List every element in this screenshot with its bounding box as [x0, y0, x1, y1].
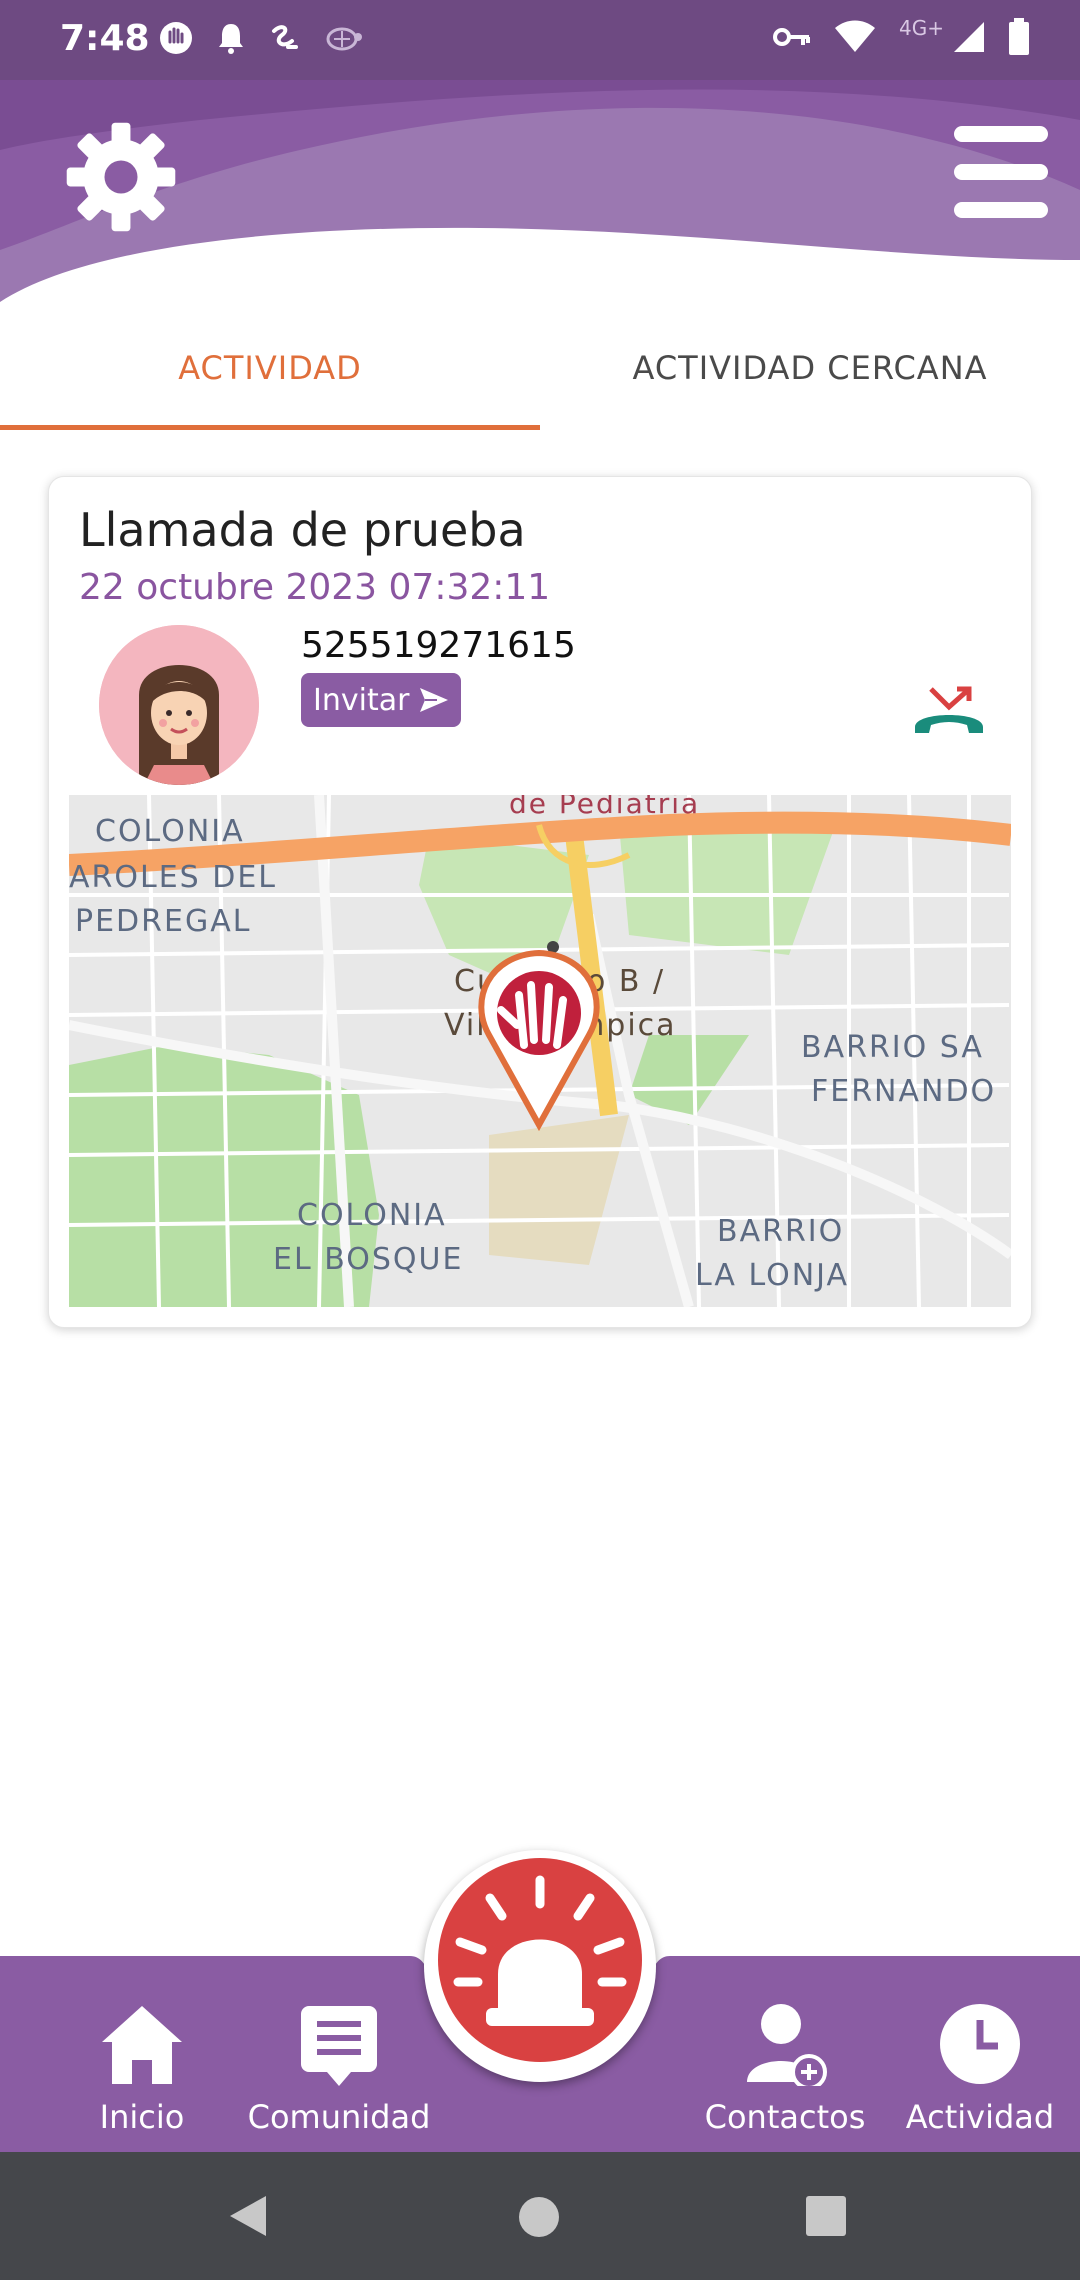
add-contact-icon: [747, 2004, 827, 2090]
status-time: 7:48: [60, 18, 150, 59]
map-graphic: de Pediatria COLONIA AROLES DEL PEDREGAL…: [69, 795, 1011, 1307]
nav-item-inicio[interactable]: Inicio: [92, 2002, 192, 2136]
hamburger-menu-icon: [954, 126, 1048, 142]
map-label-fernando: FERNANDO: [811, 1074, 996, 1109]
map-label-barrio-san: BARRIO SA: [801, 1030, 984, 1065]
nav-item-contactos[interactable]: Contactos: [700, 2002, 870, 2136]
invite-button[interactable]: Invitar: [301, 673, 462, 727]
vpn-key-icon: [773, 28, 811, 46]
alarm-siren-icon: [453, 1875, 627, 2026]
map-label-el-bosque: EL BOSQUE: [273, 1242, 463, 1277]
notification-icons: [158, 20, 364, 56]
activity-card[interactable]: Llamada de prueba 22 octubre 2023 07:32:…: [48, 476, 1032, 1328]
clock-icon: [940, 2004, 1020, 2084]
nav-label-inicio: Inicio: [99, 2098, 185, 2136]
settings-button[interactable]: [62, 118, 180, 236]
missed-call-icon: [915, 686, 983, 733]
wifi-icon: [835, 20, 876, 52]
nav-label-contactos: Contactos: [704, 2098, 866, 2136]
nav-label-actividad: Actividad: [905, 2098, 1055, 2136]
hamburger-menu-button[interactable]: [954, 126, 1048, 222]
home-circle-icon[interactable]: [518, 2196, 560, 2238]
app-header: [0, 80, 1080, 320]
activity-date: 22 octubre 2023 07:32:11: [79, 567, 551, 608]
activity-title: Llamada de prueba: [79, 503, 526, 557]
map-label-colonia-bosque: COLONIA: [297, 1198, 447, 1233]
turtle-app-icon: [326, 27, 362, 51]
map-label-colonia: COLONIA: [95, 814, 245, 849]
send-icon: [420, 688, 449, 712]
system-navigation-bar: [0, 2152, 1080, 2280]
swirl-app-icon: [272, 25, 298, 49]
tab-bar: ACTIVIDAD ACTIVIDAD CERCANA: [0, 320, 1080, 430]
contact-phone-number: 525519271615: [301, 625, 576, 666]
map-label-barrio: BARRIO: [717, 1214, 844, 1249]
bell-icon: [219, 24, 243, 54]
hand-app-icon: [160, 22, 192, 54]
signal-icon: [954, 22, 984, 52]
home-icon: [102, 2006, 182, 2084]
recents-icon[interactable]: [806, 2196, 846, 2236]
map-label-la-lonja: LA LONJA: [695, 1258, 849, 1293]
avatar: [99, 625, 259, 785]
system-icons: 4G+: [773, 16, 1030, 56]
network-type: 4G+: [899, 16, 944, 40]
map-label-pedregal: PEDREGAL: [75, 904, 251, 939]
woman-avatar-icon: [99, 625, 259, 785]
map-label-aroles: AROLES DEL: [69, 860, 277, 895]
map-label-pediatria: de Pediatria: [509, 795, 700, 820]
nav-item-comunidad[interactable]: Comunidad: [244, 2002, 434, 2136]
battery-icon: [1009, 18, 1029, 55]
sos-alarm-button[interactable]: [438, 1858, 642, 2062]
chat-icon: [301, 2006, 377, 2086]
invite-label: Invitar: [313, 682, 410, 718]
location-map[interactable]: de Pediatria COLONIA AROLES DEL PEDREGAL…: [69, 795, 1011, 1307]
nav-item-actividad[interactable]: Actividad: [898, 2002, 1062, 2136]
status-bar: 7:48 4G+: [0, 0, 1080, 80]
tab-actividad-cercana[interactable]: ACTIVIDAD CERCANA: [540, 320, 1080, 430]
gear-icon: [66, 122, 176, 232]
back-icon[interactable]: [226, 2194, 270, 2238]
tab-actividad[interactable]: ACTIVIDAD: [0, 320, 540, 430]
nav-label-comunidad: Comunidad: [247, 2098, 431, 2136]
